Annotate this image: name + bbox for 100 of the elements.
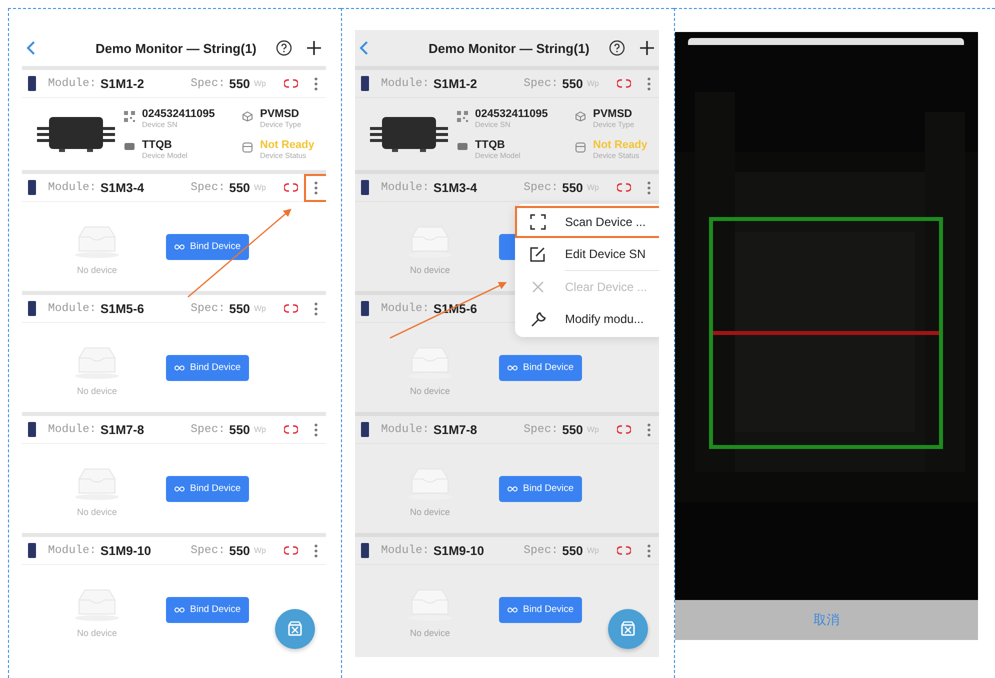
toolbox-icon [287, 621, 303, 637]
module-label: Module: [381, 181, 430, 194]
unlink-icon[interactable] [284, 425, 298, 434]
qr-code-icon [457, 111, 468, 122]
spec-label: Spec: [190, 302, 226, 315]
unlink-icon[interactable] [284, 304, 298, 313]
solar-panel-icon [28, 180, 36, 195]
menu-item[interactable]: Modify modu... [515, 303, 659, 335]
spec-label: Spec: [190, 77, 226, 90]
spec-value: 550 [562, 76, 583, 90]
solar-panel-icon [28, 301, 36, 316]
link-icon [174, 244, 185, 250]
more-button[interactable] [304, 174, 326, 202]
detail-value: TTQB [142, 139, 173, 151]
bind-device-button[interactable]: Bind Device [166, 354, 249, 380]
empty-text: No device [76, 386, 118, 396]
more-icon [314, 76, 318, 90]
device-icon [457, 142, 468, 151]
solar-panel-icon [361, 543, 369, 558]
bind-device-button[interactable]: Bind Device [166, 476, 249, 502]
spec-label: Spec: [190, 181, 226, 194]
module-label: Module: [381, 77, 430, 90]
module-name: S1M7-8 [433, 422, 478, 436]
close-icon [532, 281, 544, 293]
toolbox-icon [620, 621, 636, 637]
cube-icon [242, 111, 253, 122]
bind-device-button[interactable]: Bind Device [499, 476, 582, 502]
module-name: S1M3-4 [433, 180, 478, 194]
detail-value: Not Ready [260, 139, 314, 151]
box-icon [575, 142, 586, 153]
empty-inbox-icon [73, 588, 121, 622]
spec-unit: Wp [254, 79, 266, 88]
spec-unit: Wp [254, 183, 266, 192]
module-label: Module: [48, 544, 96, 557]
more-icon [314, 422, 318, 436]
cancel-button[interactable]: 取消 [808, 610, 846, 630]
module-name: S1M7-8 [100, 422, 144, 436]
unlink-icon[interactable] [284, 546, 298, 555]
menu-item[interactable]: Edit Device SN [515, 238, 659, 270]
module-name: S1M1-2 [433, 76, 478, 90]
help-icon[interactable] [609, 40, 625, 56]
scan-icon [530, 214, 546, 230]
module-name: S1M3-4 [100, 180, 144, 194]
module-label: Module: [48, 302, 96, 315]
spec-unit: Wp [254, 425, 266, 434]
empty-inbox-icon [73, 466, 121, 500]
back-icon[interactable] [359, 40, 369, 56]
menu-item[interactable]: Scan Device ... [515, 206, 659, 238]
spec-label: Spec: [524, 77, 558, 90]
bind-device-button[interactable]: Bind Device [499, 354, 582, 380]
more-icon [314, 302, 318, 316]
detail-value: PVMSD [593, 108, 634, 120]
bind-device-button[interactable]: Bind Device [166, 234, 249, 260]
module-label: Module: [381, 302, 430, 315]
unlink-icon[interactable] [617, 425, 631, 434]
empty-text: No device [76, 628, 118, 638]
detail-value: 024532411095 [142, 108, 215, 120]
add-icon[interactable] [306, 40, 322, 56]
screen-title: Demo Monitor — String(1) [427, 40, 591, 56]
bind-device-button[interactable]: Bind Device [499, 596, 582, 622]
spec-label: Spec: [190, 423, 226, 436]
more-icon [314, 544, 318, 558]
more-icon [314, 180, 318, 194]
add-icon[interactable] [639, 40, 655, 56]
spec-value: 550 [229, 302, 250, 316]
module-label: Module: [48, 181, 96, 194]
screen-title: Demo Monitor — String(1) [94, 40, 258, 56]
spec-value: 550 [562, 544, 583, 558]
wrench-icon [530, 310, 546, 328]
module-name: S1M9-10 [100, 544, 152, 558]
more-icon [647, 180, 651, 194]
device-icon [124, 142, 135, 151]
more-icon [647, 422, 651, 436]
unlink-icon[interactable] [284, 183, 298, 192]
solar-panel-icon [361, 301, 369, 316]
detail-value: PVMSD [260, 108, 300, 120]
edit-icon [530, 246, 546, 262]
help-icon[interactable] [276, 40, 292, 56]
more-icon [647, 544, 651, 558]
module-name: S1M1-2 [100, 76, 144, 90]
module-label: Module: [48, 77, 96, 90]
link-icon [174, 486, 185, 492]
solar-panel-icon [28, 543, 36, 558]
unlink-icon[interactable] [284, 79, 298, 88]
unlink-icon[interactable] [617, 79, 631, 88]
bind-device-button[interactable]: Bind Device [166, 596, 249, 622]
empty-text: No device [410, 506, 450, 516]
empty-inbox-icon [73, 346, 121, 380]
module-name: S1M9-10 [433, 544, 484, 558]
link-icon [507, 486, 518, 492]
empty-text: No device [76, 506, 118, 516]
empty-text: No device [410, 264, 450, 274]
unlink-icon[interactable] [617, 183, 631, 192]
spec-label: Spec: [524, 544, 558, 557]
back-icon[interactable] [26, 40, 36, 56]
spec-value: 550 [562, 180, 583, 194]
module-label: Module: [381, 423, 430, 436]
solar-panel-icon [361, 422, 369, 437]
spec-unit: Wp [254, 304, 266, 313]
unlink-icon[interactable] [617, 546, 631, 555]
